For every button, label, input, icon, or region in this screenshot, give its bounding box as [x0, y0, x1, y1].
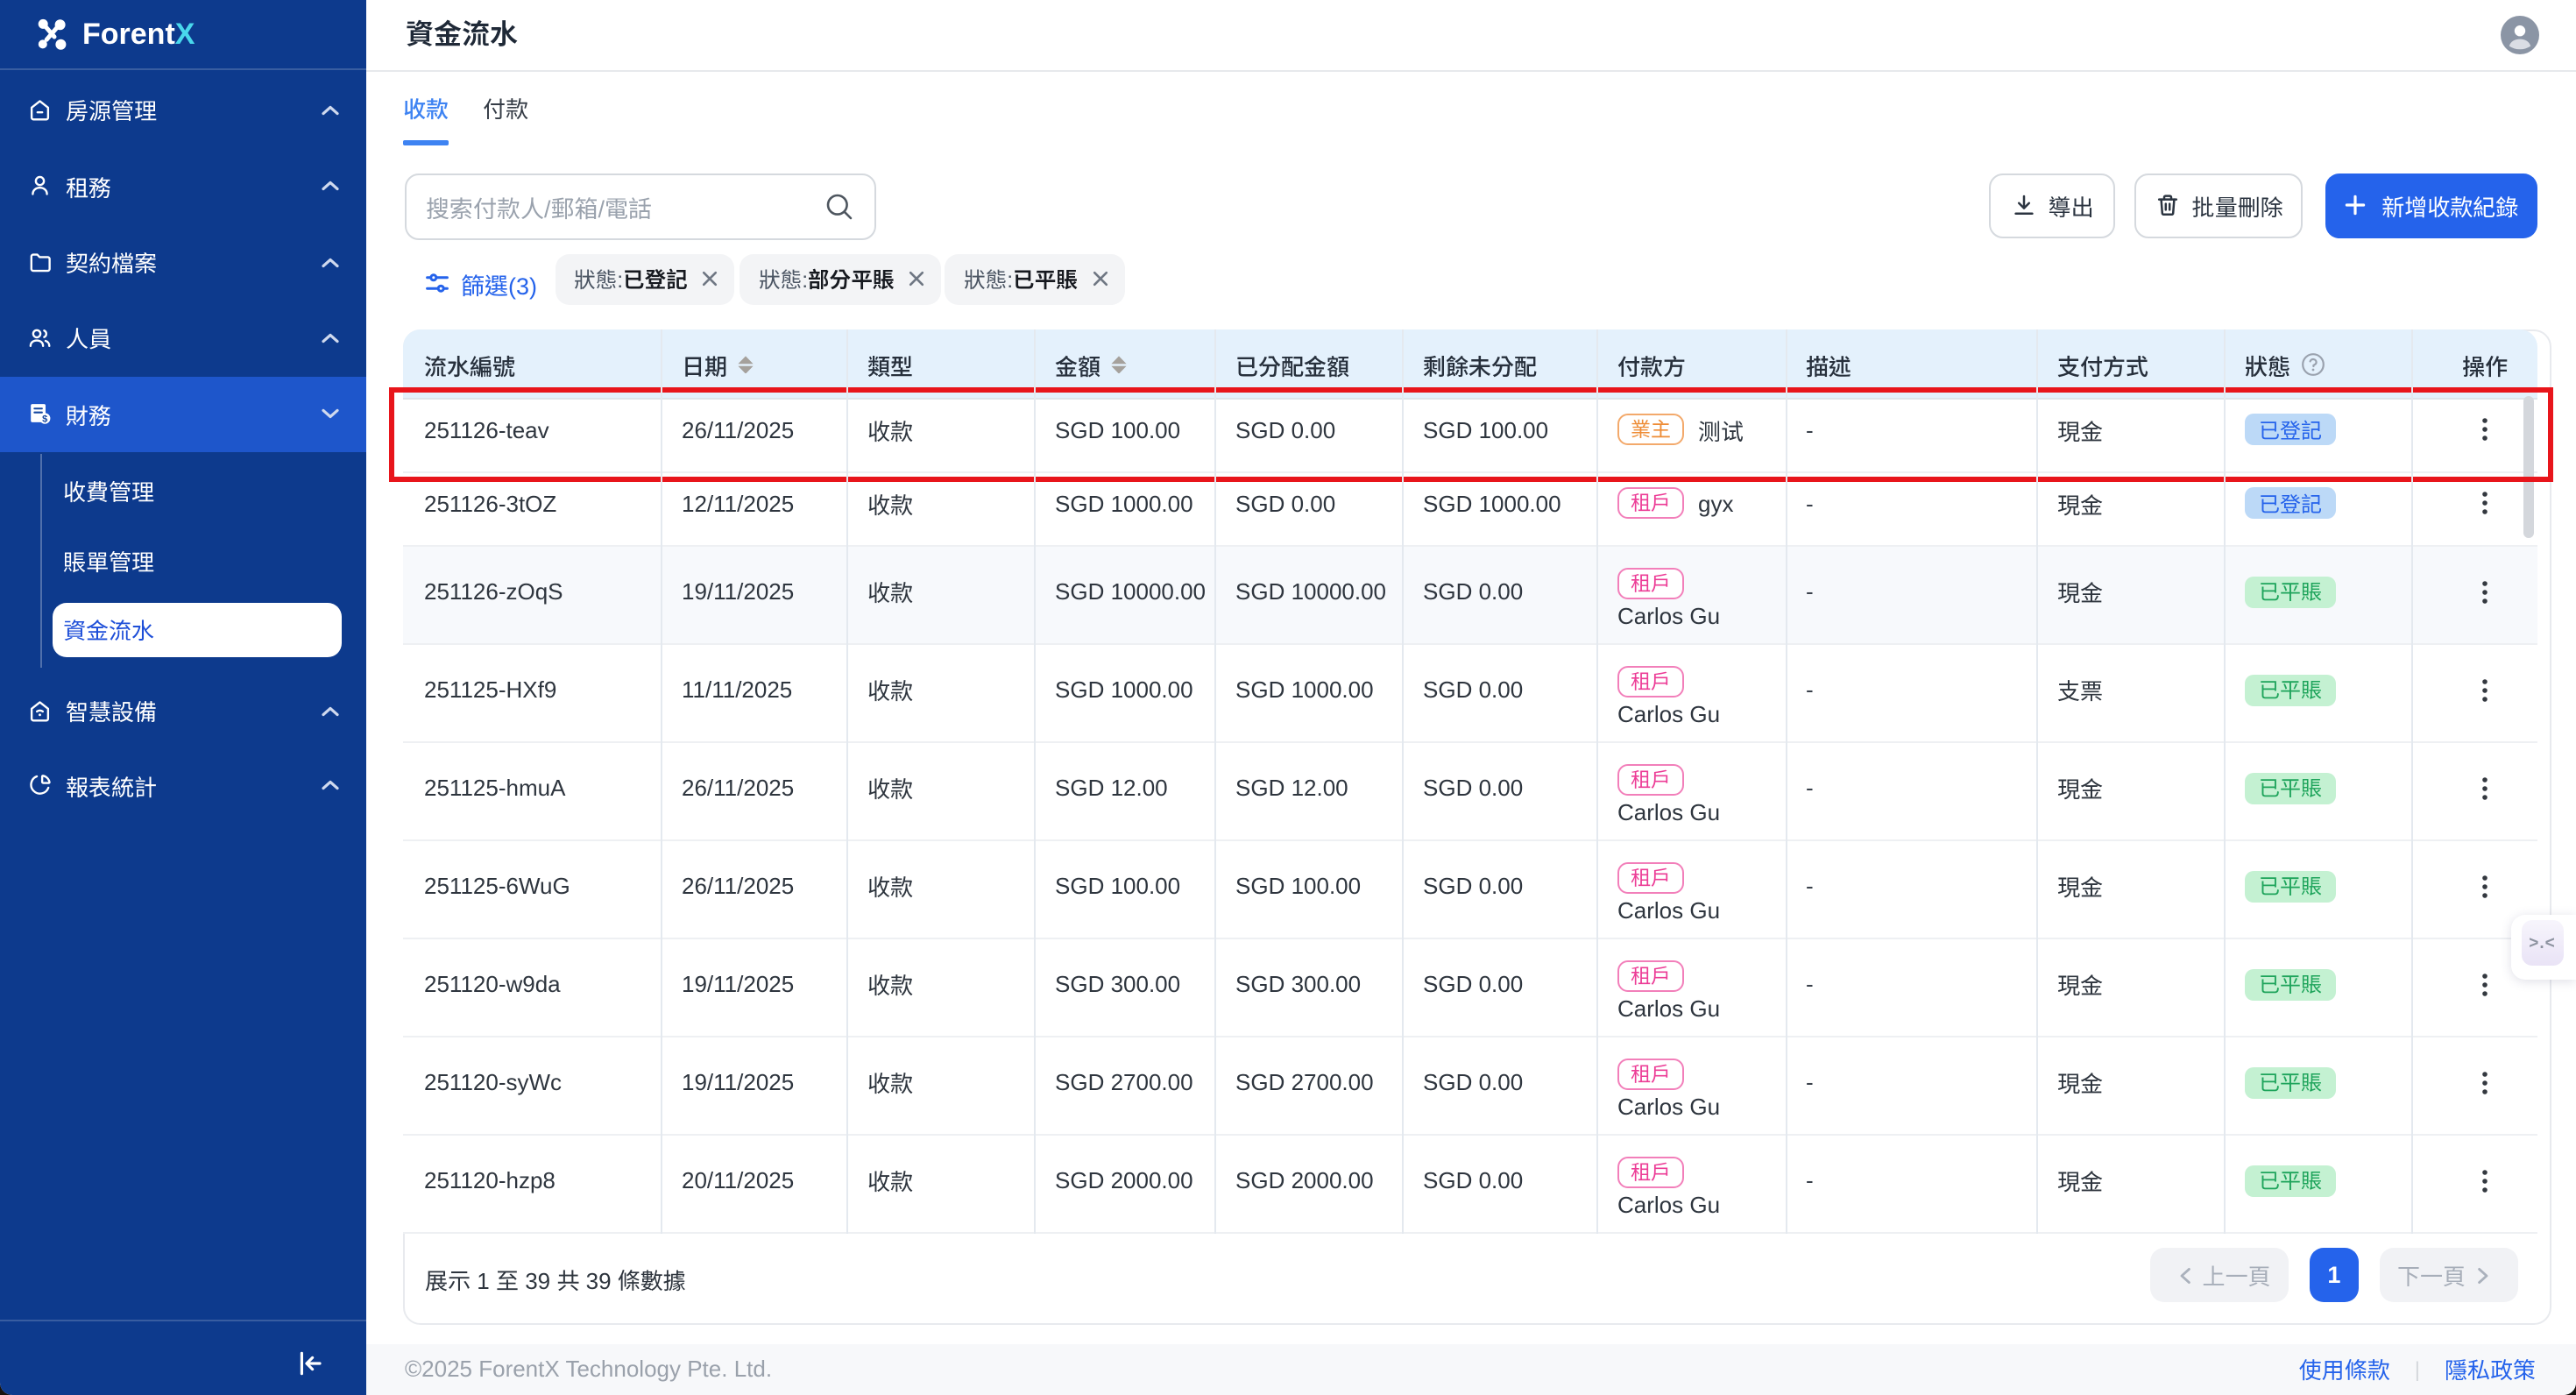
svg-text:$: $	[42, 414, 48, 425]
